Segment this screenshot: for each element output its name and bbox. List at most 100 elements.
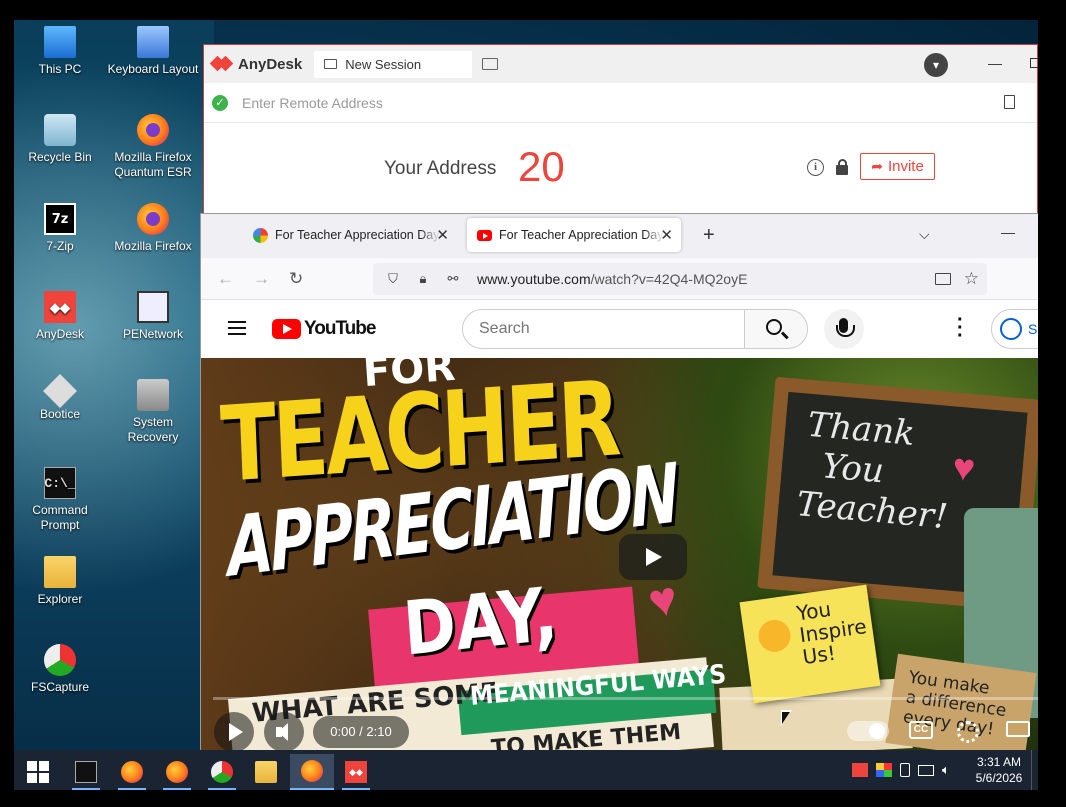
new-tab-icon[interactable] [482,58,499,70]
taskbar-firefox-active[interactable] [290,754,334,790]
connected-check-icon: ✓ [212,94,228,111]
taskbar-firefox-1[interactable] [110,754,154,790]
anydesk-icon: ◆◆ [44,291,76,323]
anydesk-window: AnyDesk New Session ▾ — ✓ Your Address 2… [203,44,1038,214]
youtube-header: YouTube ··· S [201,300,1038,358]
volume-icon[interactable] [264,712,304,751]
video-player[interactable]: Thank You Teacher! ♥ You Inspire Us! You m… [201,358,1038,751]
back-icon[interactable]: ← [217,269,234,289]
file-transfer-icon[interactable] [1004,95,1015,109]
computer-icon [44,26,76,58]
clock-time: 3:31 AM [976,755,1022,769]
new-tab-button[interactable]: + [703,224,715,247]
youtube-search-button[interactable] [744,309,808,349]
youtube-search-input[interactable] [462,309,745,349]
desktop-icon-7zip[interactable]: 7z 7-Zip [14,203,106,254]
desktop-icon-bootice[interactable]: Bootice [14,374,106,422]
desktop-icon-label: System Recovery [127,415,179,444]
sticky-note-text: You Inspire Us! [794,596,869,670]
desktop-icon-label: Mozilla Firefox [114,239,192,253]
firefox-navbar: ← → ↻ ⛉ 🔒︎ ⚯ www.youtube.com/watch?v=42Q… [201,258,1038,300]
taskbar-command-prompt[interactable] [64,754,108,790]
lock-icon[interactable] [836,159,848,175]
recycle-bin-icon [44,114,76,146]
progress-bar[interactable] [213,697,1038,700]
firefox-icon [137,203,169,235]
desktop-icon-label: Explorer [37,592,83,606]
invite-button[interactable]: ➦ Invite [860,153,935,180]
voice-search-mic-icon[interactable] [824,309,864,349]
show-desktop-button[interactable] [1031,750,1038,790]
remote-address-input[interactable] [242,94,962,111]
anydesk-tray-icon[interactable] [852,763,868,777]
captions-button[interactable]: CC [909,721,933,739]
bootice-icon [43,374,77,408]
taskbar-explorer[interactable] [244,754,288,790]
minimize-button[interactable]: — [988,55,1002,71]
network-icon[interactable] [918,764,934,776]
theater-mode-icon[interactable] [1006,721,1030,737]
desktop-icon-explorer[interactable]: Explorer [14,556,106,607]
heart-icon: ♥ [950,446,977,491]
sign-in-button[interactable]: S [991,309,1038,349]
account-menu-icon[interactable]: ▾ [924,53,948,77]
picture-in-picture-icon[interactable] [935,273,951,285]
maximize-button[interactable] [1030,58,1038,68]
firefox-tabstrip: For Teacher Appreciation Day, wh ✕ For T… [201,214,1038,258]
play-button[interactable] [214,712,254,751]
desktop-icon-anydesk[interactable]: ◆◆ AnyDesk [14,291,106,342]
desktop-icon-label: Recycle Bin [28,150,92,164]
permissions-icon[interactable]: ⚯ [443,271,463,287]
color-tray-icon[interactable] [876,763,892,777]
taskbar-fscapture[interactable] [200,754,244,790]
settings-gear-icon[interactable] [957,721,979,743]
desktop-icon-command-prompt[interactable]: C:\_ Command Prompt [14,467,106,533]
system-tray: 🔈︎ [852,750,950,790]
volume-icon[interactable]: 🔈︎ [942,762,950,778]
usb-eject-icon[interactable] [900,763,910,777]
tab-title: For Teacher Appreciation Day, wh [275,228,440,242]
autoplay-toggle[interactable] [847,721,889,741]
desktop-icon-recycle-bin[interactable]: Recycle Bin [14,114,106,165]
taskbar-anydesk[interactable]: ◆◆ [334,754,378,790]
invite-label: Invite [887,158,924,175]
network-icon [137,291,169,323]
desktop-icon-this-pc[interactable]: This PC [14,26,106,77]
list-all-tabs-icon[interactable]: ⌵ [919,226,930,243]
close-tab-icon[interactable]: ✕ [436,226,449,244]
url-bar[interactable]: ⛉ 🔒︎ ⚯ www.youtube.com/watch?v=42Q4-MQ2o… [373,263,987,295]
more-options-icon[interactable]: · · · [957,310,964,346]
shield-icon[interactable]: ⛉ [383,271,403,287]
youtube-logo[interactable]: YouTube [272,318,376,340]
firefox-icon [166,761,188,783]
hamburger-menu-icon[interactable] [228,321,246,335]
clock[interactable]: 3:31 AM 5/6/2026 [974,754,1024,786]
reload-icon[interactable]: ↻ [289,269,303,289]
bookmark-star-icon[interactable]: ☆ [964,269,979,289]
url-text[interactable]: www.youtube.com/watch?v=42Q4-MQ2oyE [477,271,747,287]
info-icon[interactable]: i [807,159,824,176]
command-prompt-icon: C:\_ [44,467,76,499]
thumbnail-title-day: DAY, [400,571,561,673]
large-play-button[interactable] [619,534,687,580]
desktop-icon-keyboard-layout[interactable]: Keyboard Layout [107,26,199,77]
forward-icon[interactable]: → [253,269,270,289]
desktop-icon-label: AnyDesk [35,327,85,341]
taskbar-firefox-2[interactable] [155,754,199,790]
tab-google-search[interactable]: For Teacher Appreciation Day, wh ✕ [243,218,457,252]
smiley-icon [756,617,793,654]
desktop-icon-system-recovery[interactable]: System Recovery [107,379,199,445]
firefox-icon [121,761,143,783]
tab-youtube[interactable]: For Teacher Appreciation Day, wh ✕ [467,218,681,252]
lock-icon[interactable]: 🔒︎ [413,271,433,287]
desktop-icon-penetwork[interactable]: PENetwork [107,291,199,342]
desktop-icon-firefox-esr[interactable]: Mozilla Firefox Quantum ESR [107,114,199,180]
anydesk-tab-new-session[interactable]: New Session [314,50,473,78]
youtube-logo-text: YouTube [304,318,376,339]
desktop-icon-fscapture[interactable]: FSCapture [14,644,106,695]
desktop-icon-firefox[interactable]: Mozilla Firefox [107,203,199,254]
fscapture-icon [211,761,233,783]
close-tab-icon[interactable]: ✕ [660,226,673,244]
start-button[interactable] [16,754,60,790]
minimize-button[interactable]: — [1001,224,1015,240]
